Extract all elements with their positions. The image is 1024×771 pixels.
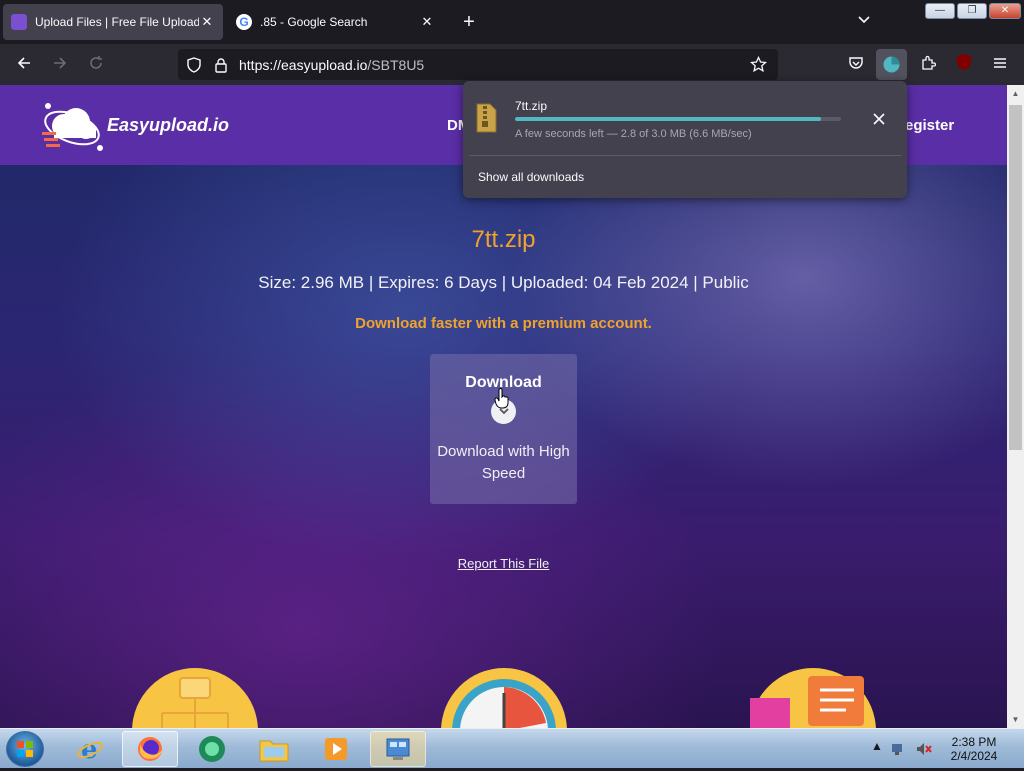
- panel-divider: [469, 155, 901, 156]
- navigation-toolbar: https://easyupload.io/SBT8U5 13: [0, 44, 1024, 105]
- reload-button[interactable]: [83, 52, 109, 78]
- ublock-shield-icon: [957, 54, 971, 70]
- tab-upload-files[interactable]: Upload Files | Free File Upload a ✕: [3, 4, 223, 40]
- tab-title: .85 - Google Search: [260, 15, 368, 29]
- taskbar-internet-explorer[interactable]: e: [62, 731, 118, 767]
- clock-date: 2/4/2024: [950, 749, 998, 763]
- easyupload-favicon-icon: [11, 14, 27, 30]
- vertical-scrollbar[interactable]: ▲ ▼: [1007, 85, 1024, 728]
- back-button[interactable]: [11, 52, 37, 78]
- show-hidden-icons-button[interactable]: ▲: [871, 739, 883, 753]
- minimize-button[interactable]: —: [925, 3, 955, 19]
- cloud-logo-icon[interactable]: [40, 98, 104, 153]
- download-subtitle: Download with High Speed: [437, 443, 570, 482]
- hamburger-menu-icon: [994, 58, 1006, 68]
- pocket-button[interactable]: [843, 52, 869, 78]
- report-file-link[interactable]: Report This File: [0, 556, 1007, 571]
- taskbar-control-panel[interactable]: [370, 731, 426, 767]
- download-progress-icon: [883, 56, 900, 73]
- taskbar-media-center[interactable]: [184, 731, 240, 767]
- tab-title: Upload Files | Free File Upload a: [35, 15, 199, 29]
- reload-icon: [90, 56, 102, 69]
- clock-time: 2:38 PM: [951, 735, 997, 749]
- nav-link-register[interactable]: egister: [905, 117, 954, 134]
- tab-google-search[interactable]: G .85 - Google Search ✕: [228, 4, 443, 40]
- url-text: https://easyupload.io/SBT8U5: [239, 57, 425, 73]
- download-status-text: A few seconds left — 2.8 of 3.0 MB (6.6 …: [515, 128, 752, 140]
- internet-explorer-icon: e: [77, 735, 103, 764]
- taskbar-media-player[interactable]: [308, 731, 364, 767]
- download-file-name[interactable]: 7tt.zip: [515, 99, 547, 113]
- start-button[interactable]: [6, 731, 44, 767]
- bookmark-star-icon[interactable]: [750, 56, 767, 73]
- scrollbar-thumb[interactable]: [1009, 105, 1022, 450]
- scroll-down-arrow-icon[interactable]: ▼: [1007, 711, 1024, 728]
- file-meta-info: Size: 2.96 MB | Expires: 6 Days | Upload…: [258, 273, 749, 292]
- control-panel-icon: [386, 738, 410, 760]
- new-tab-button[interactable]: +: [458, 12, 480, 34]
- maximize-button[interactable]: ❐: [957, 3, 987, 19]
- forward-arrow-icon: [54, 57, 67, 69]
- ublock-extension-button[interactable]: [951, 52, 977, 78]
- cancel-download-button[interactable]: [868, 109, 890, 131]
- hand-cursor-icon: [494, 388, 509, 409]
- media-player-icon: [325, 738, 347, 760]
- volume-muted-icon[interactable]: [915, 741, 933, 757]
- close-icon: [873, 113, 885, 125]
- feature-org-chart-icon: [132, 668, 258, 728]
- list-all-tabs-button[interactable]: [853, 12, 875, 34]
- close-tab-icon[interactable]: ✕: [199, 14, 215, 30]
- folder-icon: [259, 740, 289, 762]
- taskbar-firefox[interactable]: [122, 731, 178, 767]
- svg-text:e: e: [81, 735, 98, 764]
- feature-puzzle-icon: [750, 668, 876, 728]
- close-tab-icon[interactable]: ✕: [419, 14, 435, 30]
- close-window-button[interactable]: ✕: [989, 3, 1021, 19]
- downloads-panel: 7tt.zip A few seconds left — 2.8 of 3.0 …: [463, 81, 907, 198]
- google-favicon-icon: G: [236, 14, 252, 30]
- premium-upsell-link[interactable]: Download faster with a premium account.: [0, 315, 1007, 332]
- download-button[interactable]: Download Download with High Speed: [430, 354, 577, 504]
- app-menu-button[interactable]: [987, 52, 1013, 78]
- network-icon[interactable]: [890, 741, 906, 757]
- system-clock[interactable]: 2:38 PM 2/4/2024: [944, 735, 1004, 763]
- extensions-button[interactable]: [915, 52, 941, 78]
- media-center-icon: [199, 736, 225, 762]
- downloads-button[interactable]: [876, 49, 907, 80]
- feature-speed-clock-icon: [441, 668, 567, 728]
- download-progress-fill: [515, 117, 822, 121]
- download-progress-bar: [515, 117, 841, 121]
- back-arrow-icon: [17, 57, 30, 69]
- tab-strip: Upload Files | Free File Upload a ✕ G .8…: [0, 0, 1024, 44]
- scroll-up-arrow-icon[interactable]: ▲: [1007, 85, 1024, 102]
- zip-file-icon: [476, 103, 497, 133]
- show-all-downloads-button[interactable]: Show all downloads: [478, 170, 584, 184]
- taskbar-file-explorer[interactable]: [246, 731, 302, 767]
- pocket-icon: [849, 57, 863, 69]
- chevron-down-icon: [858, 16, 870, 24]
- windows-taskbar: e ▲ 2:38 PM 2/4/2024: [0, 728, 1024, 768]
- site-logo-text[interactable]: Easyupload.io: [107, 115, 229, 136]
- lock-icon[interactable]: [214, 57, 228, 73]
- file-name-heading: 7tt.zip: [471, 226, 536, 253]
- url-bar[interactable]: https://easyupload.io/SBT8U5: [178, 49, 778, 80]
- windows-logo-icon: [17, 741, 33, 757]
- shield-icon[interactable]: [187, 57, 201, 73]
- puzzle-piece-icon: [922, 55, 937, 70]
- forward-button[interactable]: [47, 52, 73, 78]
- firefox-icon: [138, 737, 162, 761]
